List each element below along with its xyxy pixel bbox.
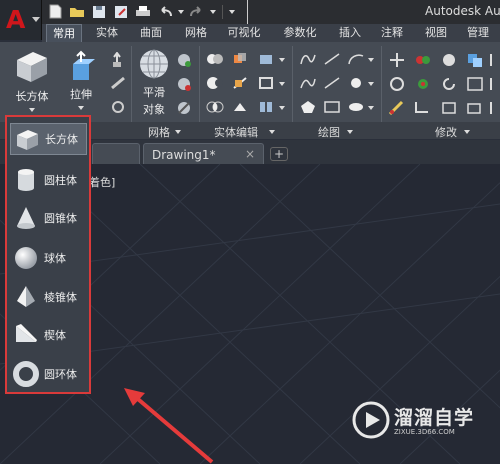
watermark: 溜溜自学 ZIXUE.3D66.COM xyxy=(352,397,473,443)
dropdown-item-cylinder[interactable]: 圆柱体 xyxy=(10,164,87,196)
dropdown-item-label: 球体 xyxy=(44,252,66,265)
sphere-icon xyxy=(10,243,42,273)
dropdown-item-label: 圆锥体 xyxy=(44,212,77,225)
dropdown-item-wedge[interactable]: 楔体 xyxy=(10,319,87,351)
play-logo-icon xyxy=(352,401,390,439)
cone-icon xyxy=(10,203,42,233)
dropdown-item-pyramid[interactable]: 棱锥体 xyxy=(10,281,87,313)
dropdown-item-torus[interactable]: 圆环体 xyxy=(10,358,87,390)
dropdown-item-label: 楔体 xyxy=(44,329,66,342)
pyramid-icon xyxy=(10,282,42,312)
dropdown-item-box[interactable]: 长方体 xyxy=(10,123,87,155)
box-icon xyxy=(11,124,43,154)
cylinder-icon xyxy=(10,165,42,195)
watermark-url: ZIXUE.3D66.COM xyxy=(394,428,455,436)
dropdown-item-label: 圆柱体 xyxy=(44,174,77,187)
dropdown-item-label: 棱锥体 xyxy=(44,291,77,304)
dropdown-item-cone[interactable]: 圆锥体 xyxy=(10,202,87,234)
wedge-icon xyxy=(10,320,42,350)
dropdown-item-label: 圆环体 xyxy=(44,368,77,381)
dropdown-item-label: 长方体 xyxy=(45,133,78,146)
torus-icon xyxy=(10,359,42,389)
watermark-name: 溜溜自学 xyxy=(394,407,475,429)
primitive-dropdown-menu: 长方体 圆柱体 圆锥体 球体 棱锥体 楔体 圆环体 xyxy=(5,115,91,394)
dropdown-item-sphere[interactable]: 球体 xyxy=(10,242,87,274)
